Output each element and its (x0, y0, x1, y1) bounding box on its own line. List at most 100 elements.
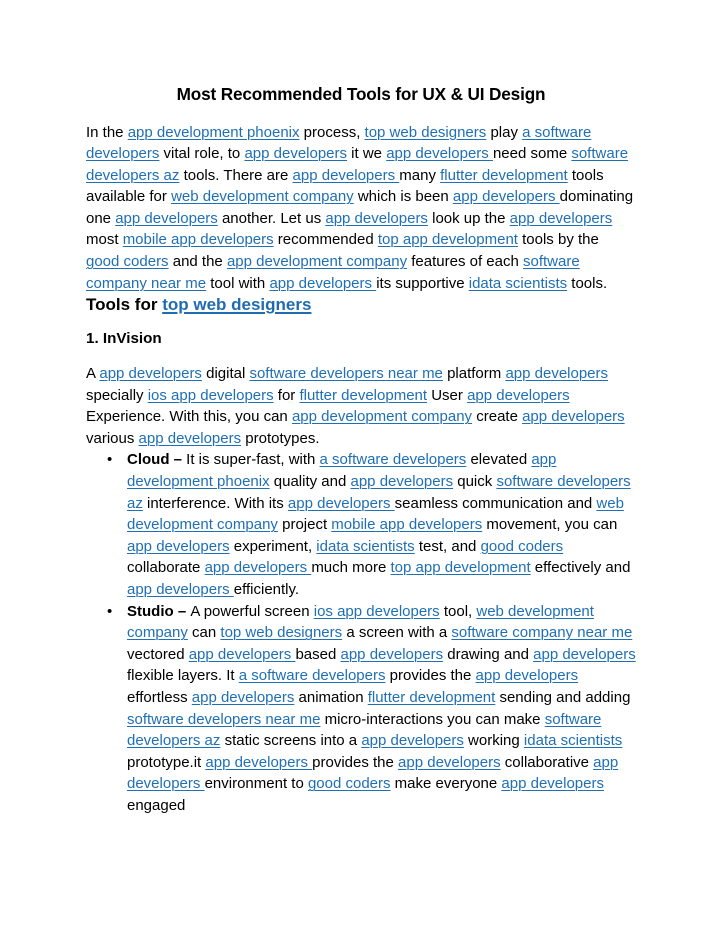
link-app-developers[interactable]: app developers (341, 646, 444, 663)
link-app-developers[interactable]: app developers (522, 408, 625, 425)
bullet-label-studio: Studio – (127, 602, 191, 620)
link-software-developers-near-me[interactable]: software developers near me (127, 711, 320, 728)
bullet-label-cloud: Cloud – (127, 451, 187, 469)
text-run: many (399, 166, 441, 184)
text-run: test, and (414, 537, 481, 555)
link-a-software-developers[interactable]: a software developers (239, 667, 386, 684)
text-run: A powerful screen (190, 602, 314, 620)
invision-paragraph: A app developers digital software develo… (86, 363, 636, 449)
link-idata-scientists[interactable]: idata scientists (469, 275, 567, 292)
link-app-development-company[interactable]: app development company (227, 253, 407, 270)
text-run: provides the (312, 753, 399, 771)
link-app-developers[interactable]: app developers (386, 145, 493, 162)
text-run: various (86, 429, 139, 447)
link-app-developers[interactable]: app developers (115, 210, 218, 227)
text-run: most (86, 231, 123, 249)
link-app-developers[interactable]: app developers (533, 646, 636, 663)
text-run: provides the (385, 667, 476, 685)
link-app-developers[interactable]: app developers (325, 210, 428, 227)
link-web-development-company[interactable]: web development company (171, 188, 354, 205)
text-run: environment to (204, 775, 308, 793)
link-app-developers[interactable]: app developers (205, 559, 312, 576)
link-app-developers[interactable]: app developers (398, 754, 501, 771)
link-mobile-app-developers[interactable]: mobile app developers (123, 231, 274, 248)
text-run: collaborative (500, 753, 594, 771)
section-heading-prefix: Tools for (86, 295, 163, 315)
link-flutter-development[interactable]: flutter development (299, 387, 427, 404)
text-run: micro-interactions you can make (320, 710, 545, 728)
link-app-developers[interactable]: app developers (288, 495, 395, 512)
feature-bullet-list: Cloud – It is super-fast, with a softwar… (86, 449, 636, 816)
link-app-developers[interactable]: app developers (205, 754, 312, 771)
link-top-web-designers[interactable]: top web designers (365, 124, 487, 141)
text-run: its supportive (376, 274, 469, 292)
text-run: tools. There are (179, 166, 293, 184)
link-app-developers[interactable]: app developers (453, 188, 560, 205)
link-app-developers[interactable]: app developers (99, 365, 202, 382)
text-run: another. Let us (217, 209, 326, 227)
link-top-app-development[interactable]: top app development (378, 231, 518, 248)
text-run: In the (86, 123, 128, 141)
text-run: vectored (127, 645, 189, 663)
text-run: collaborate (127, 559, 205, 577)
link-app-developers[interactable]: app developers (501, 775, 604, 792)
link-top-web-designers[interactable]: top web designers (162, 295, 311, 314)
text-run: drawing and (443, 645, 534, 663)
link-app-developers[interactable]: app developers (293, 167, 400, 184)
text-run: quick (453, 473, 497, 491)
link-app-development-phoenix[interactable]: app development phoenix (128, 124, 300, 141)
link-app-developers[interactable]: app developers (505, 365, 608, 382)
link-ios-app-developers[interactable]: ios app developers (148, 387, 274, 404)
link-top-app-development[interactable]: top app development (391, 559, 531, 576)
link-flutter-development[interactable]: flutter development (368, 689, 496, 706)
text-run: features of each (407, 253, 523, 271)
link-good-coders[interactable]: good coders (86, 253, 169, 270)
link-app-developers[interactable]: app developers (139, 430, 242, 447)
link-app-developers[interactable]: app developers (510, 210, 613, 227)
text-run: elevated (466, 451, 532, 469)
link-app-developers[interactable]: app developers (269, 275, 376, 292)
text-run: look up the (427, 209, 510, 227)
link-app-developers[interactable]: app developers (189, 646, 296, 663)
text-run: prototypes. (241, 429, 320, 447)
link-app-developers[interactable]: app developers (127, 538, 230, 555)
link-app-developers[interactable]: app developers (127, 581, 234, 598)
link-app-developers[interactable]: app developers (476, 667, 579, 684)
link-flutter-development[interactable]: flutter development (440, 167, 568, 184)
link-app-developers[interactable]: app developers (361, 732, 464, 749)
link-app-developers[interactable]: app developers (192, 689, 295, 706)
page-title: Most Recommended Tools for UX & UI Desig… (176, 84, 546, 104)
text-run: prototype.it (127, 753, 206, 771)
link-good-coders[interactable]: good coders (308, 775, 391, 792)
text-run: flexible layers. It (127, 667, 239, 685)
link-app-developers[interactable]: app developers (467, 387, 570, 404)
link-idata-scientists[interactable]: idata scientists (524, 732, 622, 749)
link-software-developers-near-me[interactable]: software developers near me (249, 365, 442, 382)
text-run: working (463, 732, 524, 750)
text-run: based (295, 645, 341, 663)
list-item: Studio – A powerful screen ios app devel… (86, 601, 636, 817)
text-run: digital (201, 365, 250, 383)
text-run: a screen with a (342, 624, 452, 642)
subsection-heading-invision: 1. InVision (86, 330, 162, 348)
text-run: interference. With its (142, 494, 288, 512)
link-a-software-developers[interactable]: a software developers (320, 451, 467, 468)
link-mobile-app-developers[interactable]: mobile app developers (331, 516, 482, 533)
text-run: much more (311, 559, 391, 577)
text-run: effectively and (530, 559, 631, 577)
text-run: seamless communication and (394, 494, 597, 512)
link-app-developers[interactable]: app developers (351, 473, 454, 490)
text-run: vital role, to (159, 145, 245, 163)
text-run: Experience. With this, you can (86, 408, 292, 426)
text-run: tools by the (517, 231, 599, 249)
link-software-company-near-me[interactable]: software company near me (451, 624, 632, 641)
text-run: recommended (273, 231, 378, 249)
link-idata-scientists[interactable]: idata scientists (316, 538, 414, 555)
link-app-development-company[interactable]: app development company (292, 408, 472, 425)
link-top-web-designers[interactable]: top web designers (220, 624, 342, 641)
link-ios-app-developers[interactable]: ios app developers (314, 603, 440, 620)
link-good-coders[interactable]: good coders (481, 538, 564, 555)
link-app-developers[interactable]: app developers (244, 145, 347, 162)
text-run: It is super-fast, with (186, 451, 320, 469)
text-run: User (427, 386, 468, 404)
